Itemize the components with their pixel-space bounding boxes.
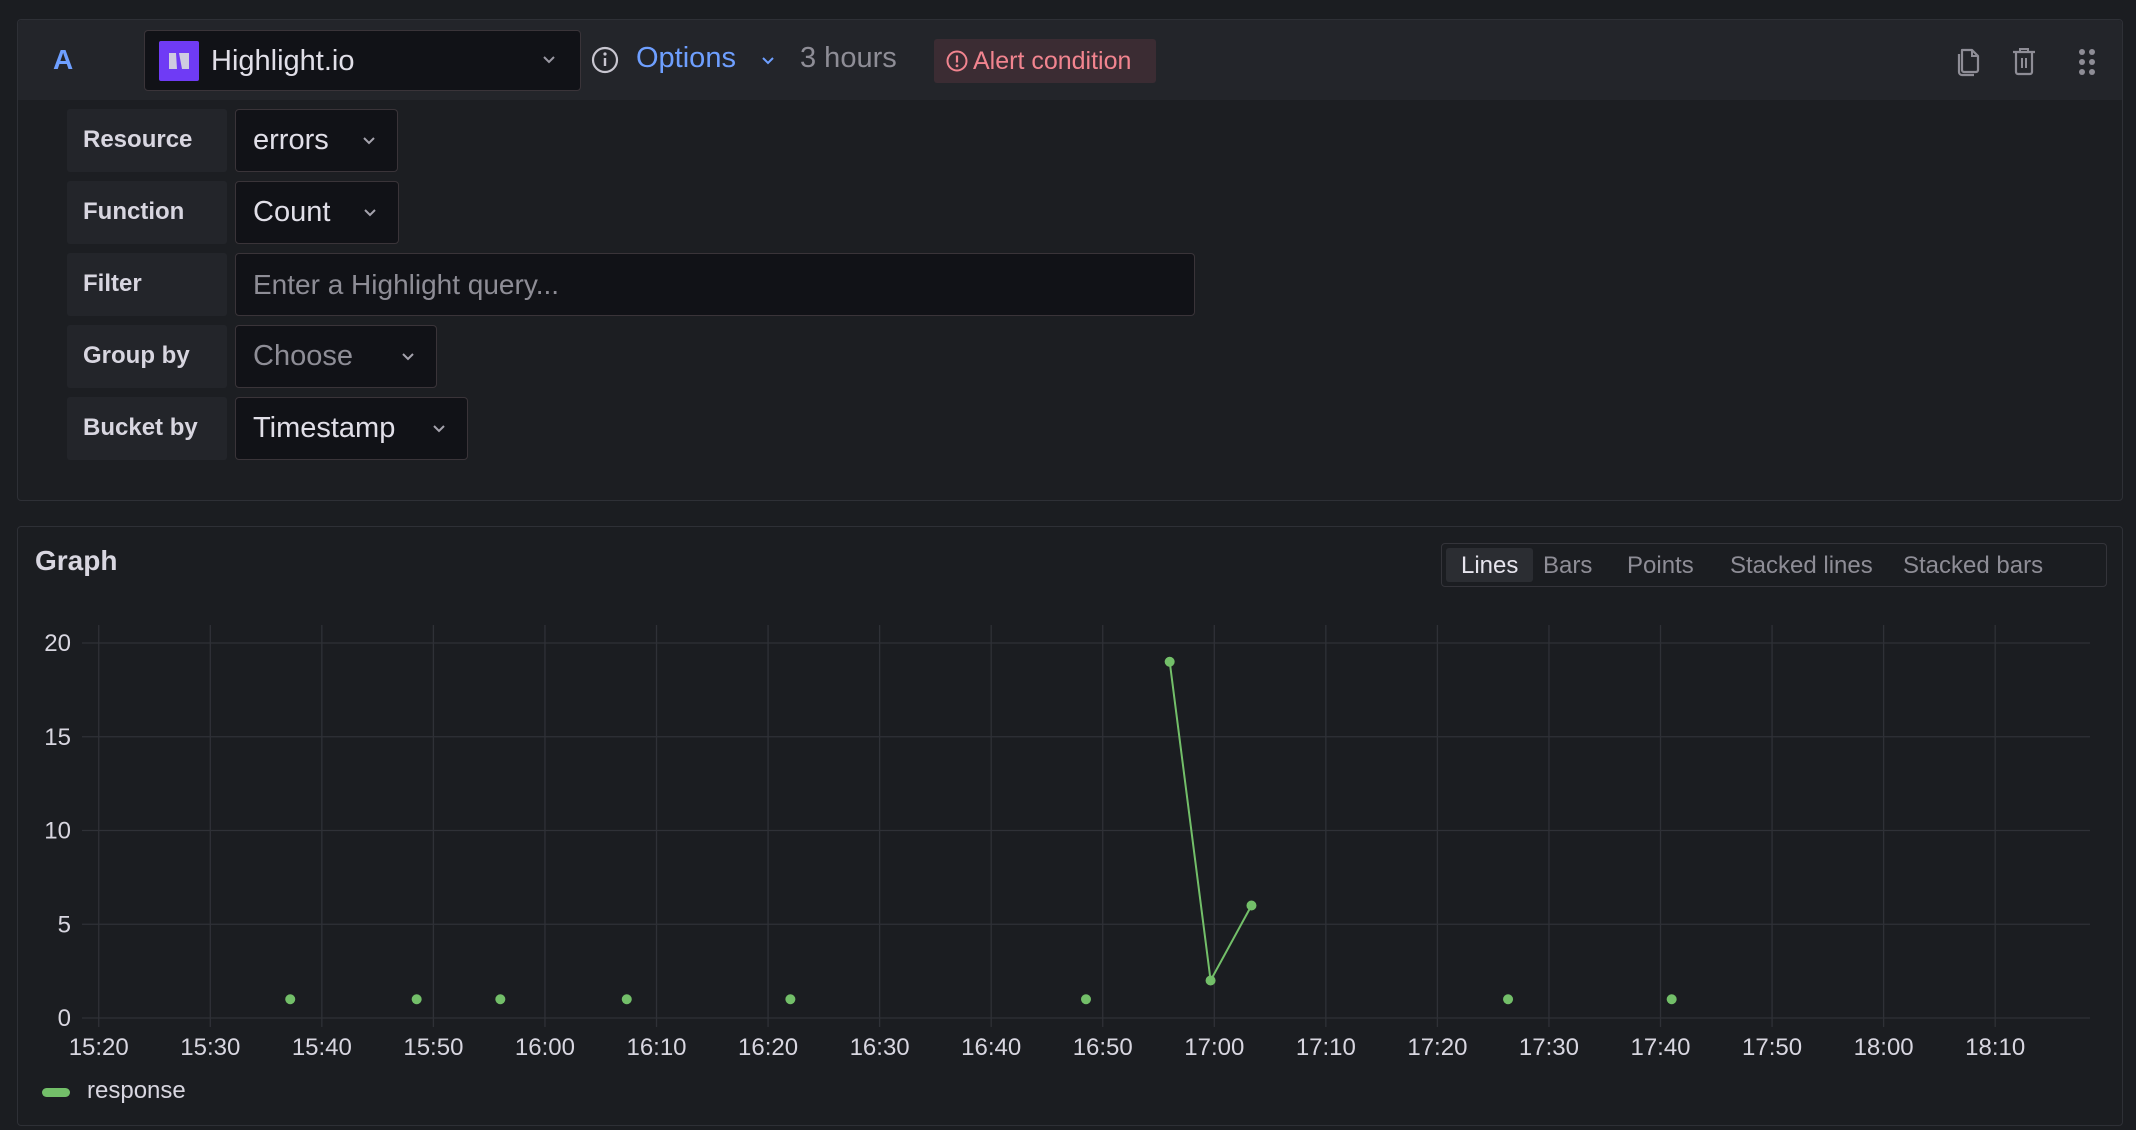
query-time-range: 3 hours [800,42,897,74]
resource-select[interactable]: errors [235,109,398,172]
x-tick-label: 15:50 [403,1034,463,1061]
data-point-response [495,994,506,1005]
y-tick-label: 5 [58,911,71,938]
data-point-response [1666,994,1677,1005]
data-point-response [1205,975,1216,986]
chevron-down-icon [364,209,376,217]
bucket-by-select[interactable]: Timestamp [235,397,468,460]
bucket-by-label: Bucket by [67,397,227,460]
x-tick-label: 18:00 [1854,1034,1914,1061]
chevron-down-icon[interactable] [759,52,777,70]
data-point-response [621,994,632,1005]
x-tick-label: 17:00 [1184,1034,1244,1061]
y-tick-label: 20 [44,630,71,657]
datasource-picker[interactable]: Highlight.io [144,30,581,91]
series-line-response [1168,661,1253,984]
chevron-down-icon [402,353,414,361]
x-tick-label: 16:40 [961,1034,1021,1061]
time-series-chart: 15:20 15:30 15:40 15:50 16:00 16:10 16:20 16:30… [44,625,2090,1061]
chevron-down-icon [543,56,555,64]
filter-input[interactable] [235,253,1195,316]
x-tick-label: 15:30 [180,1034,240,1061]
x-tick-label: 15:20 [69,1034,129,1061]
x-tick-label: 17:10 [1296,1034,1356,1061]
x-tick-label: 16:00 [515,1034,575,1061]
bucket-by-value: Timestamp [253,412,396,444]
function-value: Count [253,196,331,228]
x-tick-label: 17:20 [1407,1034,1467,1061]
grip-icon[interactable] [2076,44,2098,78]
group-by-label: Group by [67,325,227,388]
x-tick-label: 17:40 [1630,1034,1690,1061]
group-by-select[interactable]: Choose [235,325,437,388]
alert-condition-label: Alert condition [973,47,1132,75]
copy-icon[interactable] [1954,44,1982,78]
group-by-placeholder: Choose [253,340,353,372]
chevron-down-icon [363,137,375,145]
x-tick-label: 18:10 [1965,1034,2025,1061]
graph-panel: Graph Lines Bars Points Stacked lines St… [17,526,2123,1126]
trash-icon[interactable] [2010,44,2038,78]
legend-label-response: response [87,1077,186,1104]
x-tick-label: 16:50 [1073,1034,1133,1061]
legend-swatch-response [42,1088,70,1097]
x-tick-label: 16:20 [738,1034,798,1061]
x-tick-label: 16:30 [850,1034,910,1061]
resource-value: errors [253,124,329,156]
highlight-logo-icon [159,41,199,81]
data-point-response [1081,994,1091,1005]
datasource-name: Highlight.io [211,45,355,77]
alert-condition-badge[interactable]: Alert condition [934,39,1156,83]
query-editor-panel: A Highlight.io Options 3 hours Alert con… [17,19,2123,501]
x-tick-label: 17:50 [1742,1034,1802,1061]
x-tick-label: 17:30 [1519,1034,1579,1061]
y-tick-label: 0 [58,1005,71,1032]
data-point-response [1246,900,1257,911]
data-point-response [1503,994,1514,1005]
alert-circle-icon [946,50,968,72]
options-button[interactable]: Options [636,42,736,75]
info-icon[interactable] [591,46,619,74]
data-point-response [411,994,422,1005]
query-ref-id[interactable]: A [53,44,73,76]
x-tick-label: 15:40 [292,1034,352,1061]
function-select[interactable]: Count [235,181,399,244]
query-header: A Highlight.io Options 3 hours Alert con… [18,20,2122,100]
y-tick-label: 10 [44,818,71,845]
chevron-down-icon [433,425,445,433]
function-label: Function [67,181,227,244]
filter-label: Filter [67,253,227,316]
data-point-response [785,994,796,1005]
y-tick-label: 15 [44,724,71,751]
data-point-response [285,994,296,1005]
resource-label: Resource [67,109,227,172]
x-tick-label: 16:10 [626,1034,686,1061]
data-point-response [1164,656,1175,667]
